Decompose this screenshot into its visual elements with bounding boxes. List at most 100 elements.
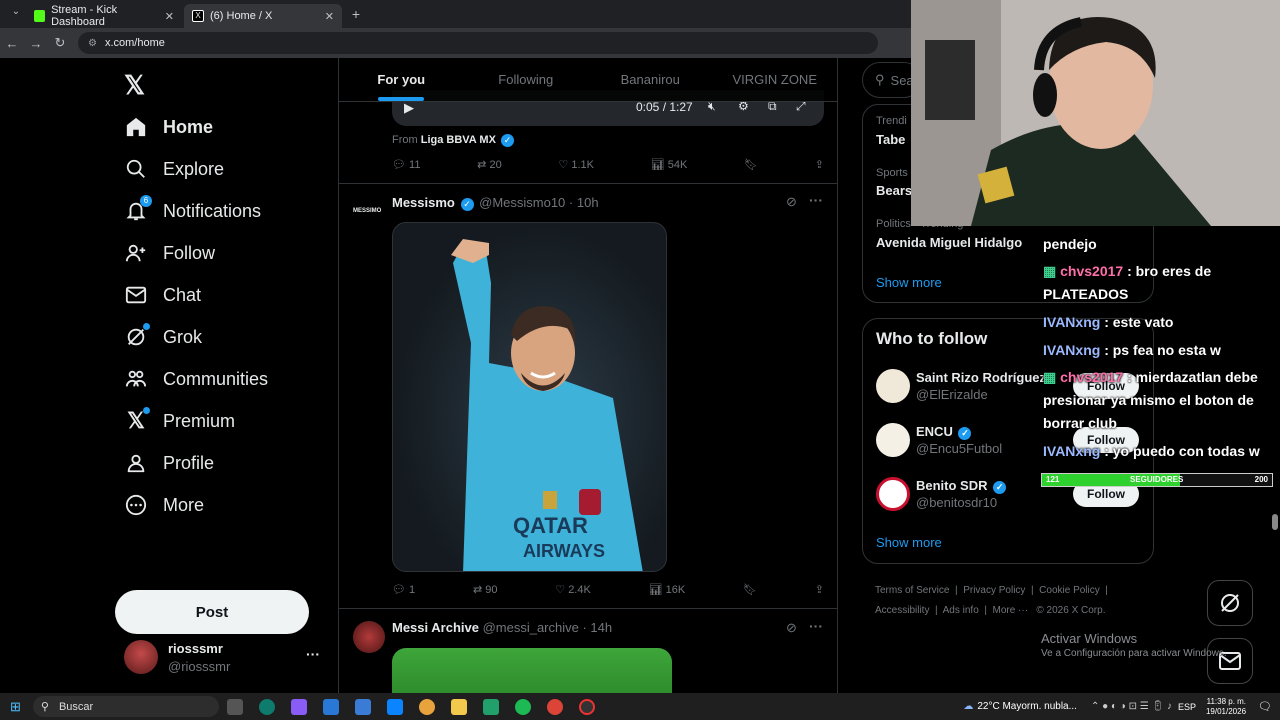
language-indicator[interactable]: ESP — [1178, 702, 1196, 712]
post-time[interactable]: · 10h — [569, 195, 599, 210]
system-tray-icons[interactable]: ⌃ ● ◐ ◑ ⊡ ☰ 🔋︎ ♪ — [1091, 701, 1172, 712]
share-icon[interactable]: ⇪ — [815, 158, 824, 171]
avatar[interactable] — [876, 369, 910, 403]
nav-item-premium[interactable]: 𝕏 Premium — [124, 407, 235, 433]
tab-kick-dashboard[interactable]: Stream - Kick Dashboard ✕ — [26, 4, 182, 28]
new-tab-icon[interactable]: + — [344, 6, 368, 22]
nav-item-profile[interactable]: Profile — [124, 451, 214, 475]
footer-link[interactable]: Ads info — [943, 605, 979, 616]
close-icon[interactable]: ✕ — [325, 10, 334, 23]
account-switcher[interactable]: riosssmr @riosssmr ··· — [124, 640, 334, 684]
post-time[interactable]: · 14h — [582, 620, 612, 635]
views-button[interactable]: 📊︎ 16K — [649, 583, 686, 597]
share-icon[interactable]: ⇪ — [815, 583, 824, 596]
grok-icon[interactable]: ⊘ — [786, 620, 797, 636]
messages-float-button[interactable] — [1207, 638, 1253, 684]
chat-username: IVANxng — [1043, 314, 1101, 330]
nav-item-chat[interactable]: Chat — [124, 283, 201, 307]
show-more-link[interactable]: Show more — [876, 535, 942, 550]
author-name[interactable]: Messismo — [392, 195, 455, 210]
more-options-icon[interactable]: ··· — [306, 646, 320, 662]
nav-item-communities[interactable]: Communities — [124, 367, 268, 391]
account-name[interactable]: Benito SDR — [916, 478, 988, 493]
account-name[interactable]: Saint Rizo Rodríguez — [916, 370, 1046, 385]
store-icon[interactable] — [354, 698, 371, 715]
windows-start-icon[interactable]: ⊞ — [10, 699, 21, 715]
nav-item-follow[interactable]: Follow — [124, 241, 215, 265]
trend-title[interactable]: Bears — [876, 183, 912, 198]
x-logo-icon[interactable]: 𝕏 — [124, 70, 145, 101]
nav-item-home[interactable]: Home — [124, 115, 213, 139]
nav-item-more[interactable]: More — [124, 493, 204, 517]
chat-username: IVANxng — [1043, 443, 1101, 459]
clock[interactable]: 11:38 p. m. 19/01/2026 — [1206, 697, 1246, 717]
site-info-icon[interactable]: ⚙ — [88, 38, 97, 49]
chrome-icon[interactable] — [546, 698, 563, 715]
like-button[interactable]: ♡ 2.4K — [555, 583, 591, 597]
like-button[interactable]: ♡ 1.1K — [558, 158, 594, 172]
edge-icon[interactable] — [258, 698, 275, 715]
avatar[interactable]: MESSIMO — [353, 200, 385, 222]
spotify-icon[interactable] — [514, 698, 531, 715]
source-link[interactable]: Liga BBVA MX — [421, 134, 496, 146]
avatar[interactable] — [876, 423, 910, 457]
grok-icon[interactable]: ⊘ — [786, 194, 797, 210]
show-more-link[interactable]: Show more — [876, 275, 942, 290]
post-image[interactable]: QATAR AIRWAYS — [392, 222, 667, 572]
copilot-icon[interactable] — [290, 698, 307, 715]
account-name[interactable]: ENCU — [916, 424, 953, 439]
more-options-icon[interactable]: ··· — [809, 618, 823, 634]
task-view-icon[interactable] — [226, 698, 243, 715]
footer-link[interactable]: More ··· — [993, 605, 1029, 616]
nav-item-explore[interactable]: Explore — [124, 157, 224, 181]
tab-x-home[interactable]: X (6) Home / X ✕ — [184, 4, 342, 28]
app-icon[interactable] — [482, 698, 499, 715]
post-button[interactable]: Post — [115, 590, 309, 634]
avatar[interactable] — [876, 477, 910, 511]
bookmark-icon[interactable]: 🔖︎ — [744, 158, 758, 171]
back-icon[interactable]: ← — [0, 36, 24, 51]
chrome-canary-icon[interactable] — [418, 698, 435, 715]
repost-button[interactable]: ⇄ 20 — [477, 158, 502, 172]
footer-links: Terms of Service | Privacy Policy | Cook… — [875, 585, 1108, 616]
tab-title: (6) Home / X — [210, 10, 273, 22]
reload-icon[interactable]: ↻ — [48, 35, 72, 51]
author-handle[interactable]: @Messismo10 — [479, 195, 565, 210]
taskbar-search[interactable]: ⚲ Buscar — [32, 696, 219, 717]
more-options-icon[interactable]: ··· — [809, 192, 823, 208]
nav-item-grok[interactable]: Grok — [124, 323, 202, 349]
footer-link[interactable]: Terms of Service — [875, 585, 949, 596]
notification-center-icon[interactable]: 🗨︎ — [1258, 700, 1272, 713]
footer-link[interactable]: Accessibility — [875, 605, 929, 616]
weather-text[interactable]: 22°C Mayorm. nubla... — [977, 701, 1077, 712]
tab-virgin-zone[interactable]: VIRGIN ZONE — [713, 58, 838, 101]
file-explorer-icon[interactable] — [450, 698, 467, 715]
close-icon[interactable]: ✕ — [165, 10, 174, 23]
trend-title[interactable]: Avenida Miguel Hidalgo — [876, 235, 1022, 250]
tab-following[interactable]: Following — [464, 58, 589, 101]
tab-for-you[interactable]: For you — [339, 58, 464, 101]
author-handle[interactable]: @messi_archive — [483, 620, 579, 635]
trend-title[interactable]: Tabe — [876, 132, 905, 147]
play-icon[interactable]: ▶ — [404, 100, 414, 116]
footer-link[interactable]: Privacy Policy — [963, 585, 1025, 596]
author-name[interactable]: Messi Archive — [392, 620, 479, 635]
forward-icon[interactable]: → — [24, 36, 48, 51]
nav-item-notifications[interactable]: 6 Notifications — [124, 195, 261, 223]
vscode-icon[interactable] — [386, 698, 403, 715]
url-field[interactable]: ⚙ x.com/home — [78, 32, 878, 54]
reply-button[interactable]: 💬︎ 1 — [392, 583, 415, 597]
tab-bananirou[interactable]: Bananirou — [588, 58, 713, 101]
scrollbar-thumb[interactable] — [1272, 514, 1278, 530]
views-button[interactable]: 📊︎ 54K — [651, 158, 688, 172]
obs-icon[interactable] — [578, 698, 595, 715]
avatar[interactable] — [353, 621, 385, 653]
reply-button[interactable]: 💬︎ 11 — [392, 158, 420, 172]
mail-app-icon[interactable] — [322, 698, 339, 715]
bookmark-icon[interactable]: 🔖︎ — [743, 583, 757, 596]
tab-list-icon[interactable]: ⌄ — [4, 6, 28, 17]
grok-float-button[interactable] — [1207, 580, 1253, 626]
footer-link[interactable]: Cookie Policy — [1039, 585, 1100, 596]
post-image[interactable] — [392, 648, 672, 693]
repost-button[interactable]: ⇄ 90 — [473, 583, 498, 597]
